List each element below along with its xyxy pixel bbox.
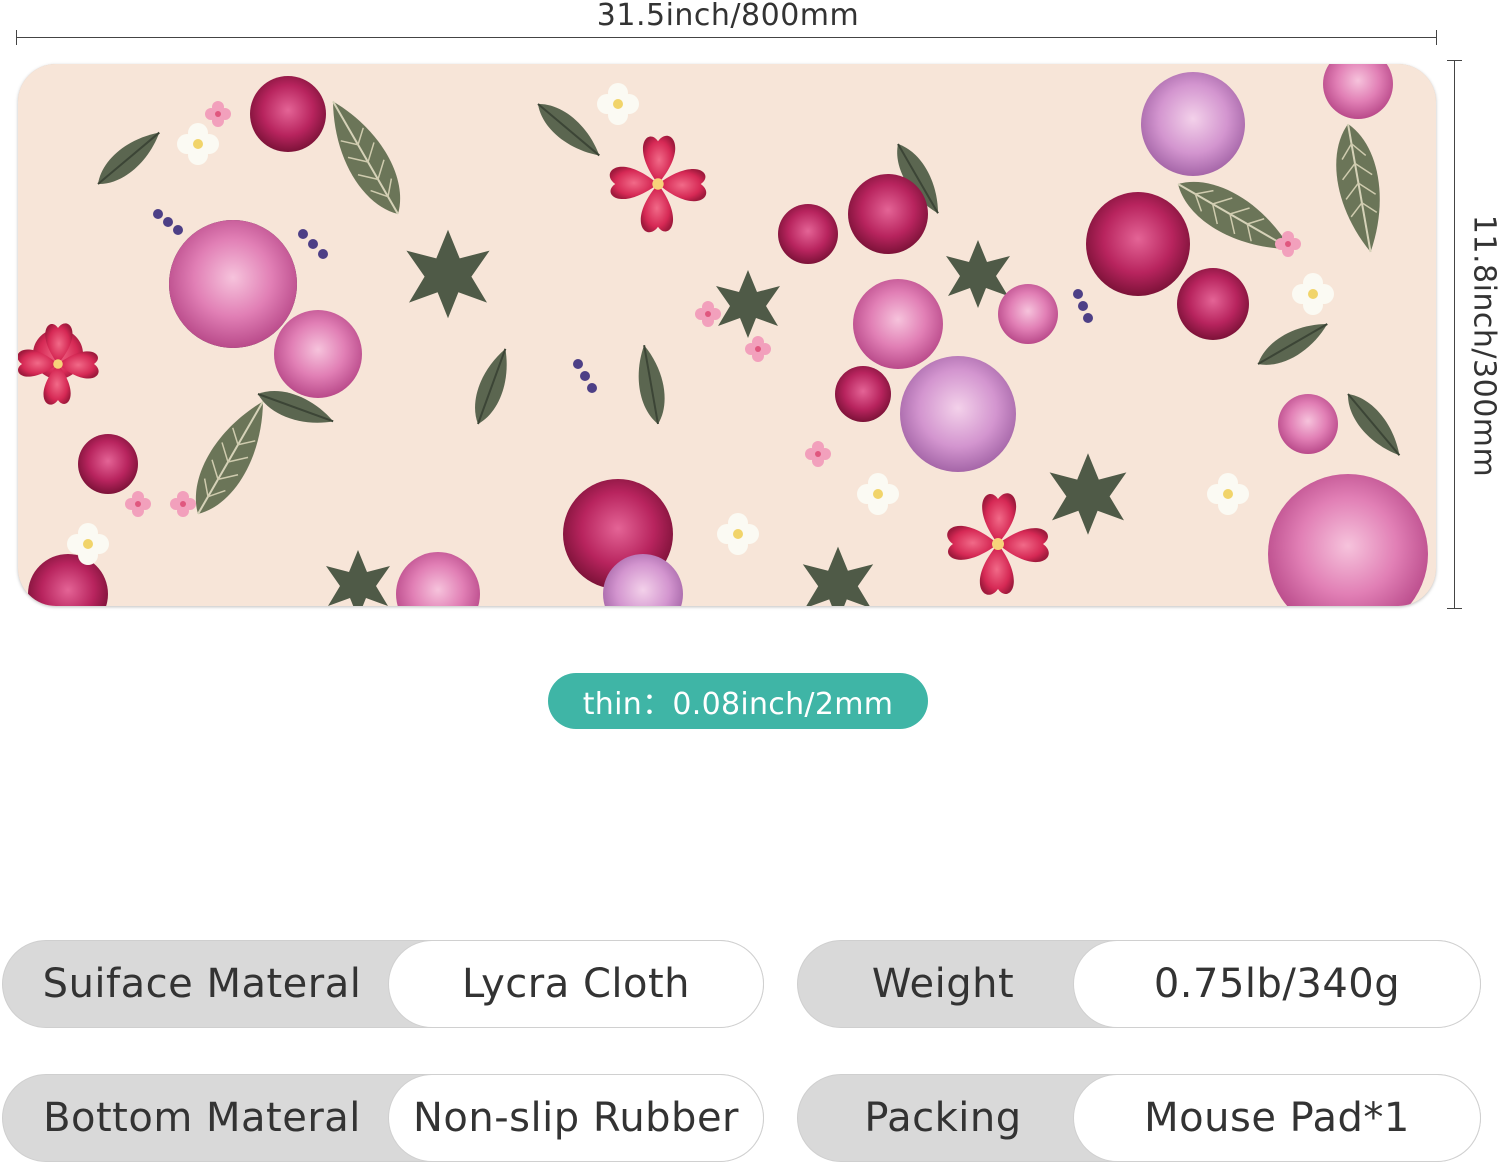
spec-key-packing: Packing: [864, 1095, 1022, 1141]
floral-pattern-illustration: [18, 64, 1436, 606]
height-dimension-label: 11.8inch/300mm: [1466, 214, 1500, 478]
width-dimension-cap-right: [1436, 30, 1437, 45]
thickness-badge: thin：0.08inch/2mm: [548, 673, 928, 729]
spec-packing: Packing Mouse Pad*1: [797, 1074, 1481, 1162]
height-dimension-cap-bottom: [1447, 608, 1462, 609]
spec-key-bottom-material: Bottom Materal: [43, 1095, 361, 1141]
spec-value-packing: Mouse Pad*1: [1073, 1074, 1481, 1162]
spec-value-weight: 0.75lb/340g: [1073, 940, 1481, 1028]
spec-value-bottom-material: Non-slip Rubber: [388, 1074, 764, 1162]
spec-value-surface-material: Lycra Cloth: [388, 940, 764, 1028]
spec-bottom-material: Bottom Materal Non-slip Rubber: [2, 1074, 764, 1162]
floral-mouse-pad-image: [18, 64, 1436, 606]
height-dimension-cap-top: [1447, 60, 1462, 61]
spec-surface-material: Suiface Materal Lycra Cloth: [2, 940, 764, 1028]
width-dimension-label: 31.5inch/800mm: [596, 0, 860, 33]
spec-key-weight: Weight: [871, 961, 1015, 1007]
width-dimension-line: [16, 37, 1436, 38]
height-dimension-line: [1454, 60, 1455, 608]
width-dimension-cap-left: [16, 30, 17, 45]
spec-weight: Weight 0.75lb/340g: [797, 940, 1481, 1028]
spec-key-surface-material: Suiface Materal: [42, 961, 362, 1007]
